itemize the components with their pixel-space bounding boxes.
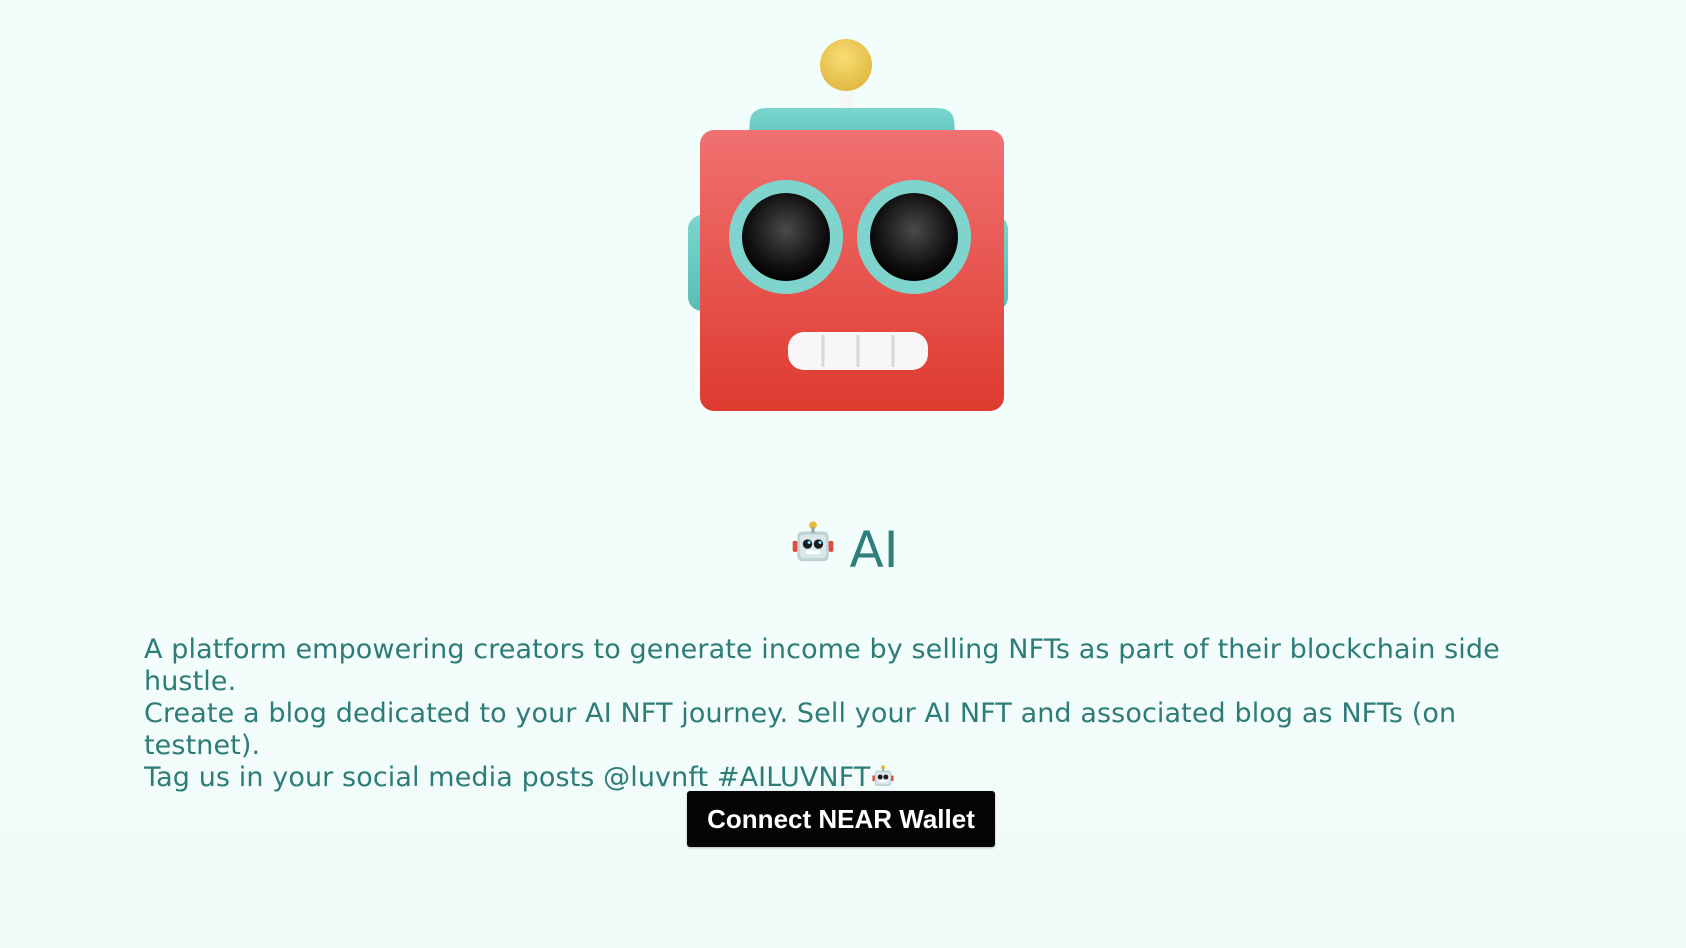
- antenna-ball: [820, 39, 872, 91]
- description-line-3: Tag us in your social media posts @luvnf…: [144, 762, 1564, 794]
- description-line-1: A platform empowering creators to genera…: [144, 634, 1500, 697]
- hero-area: [0, 0, 1686, 440]
- title-text: AI: [849, 521, 899, 579]
- robot-face-emoji-icon: [872, 765, 895, 786]
- robot-face-emoji-icon: [792, 521, 833, 562]
- connect-near-wallet-button[interactable]: Connect NEAR Wallet: [687, 791, 995, 847]
- platform-description: A platform empowering creators to genera…: [144, 634, 1564, 794]
- robot-head-image: [688, 39, 1008, 411]
- description-line-2: Create a blog dedicated to your AI NFT j…: [144, 698, 1457, 761]
- description-line-3-text: Tag us in your social media posts @luvnf…: [144, 762, 871, 793]
- page-title: AI: [0, 515, 1686, 585]
